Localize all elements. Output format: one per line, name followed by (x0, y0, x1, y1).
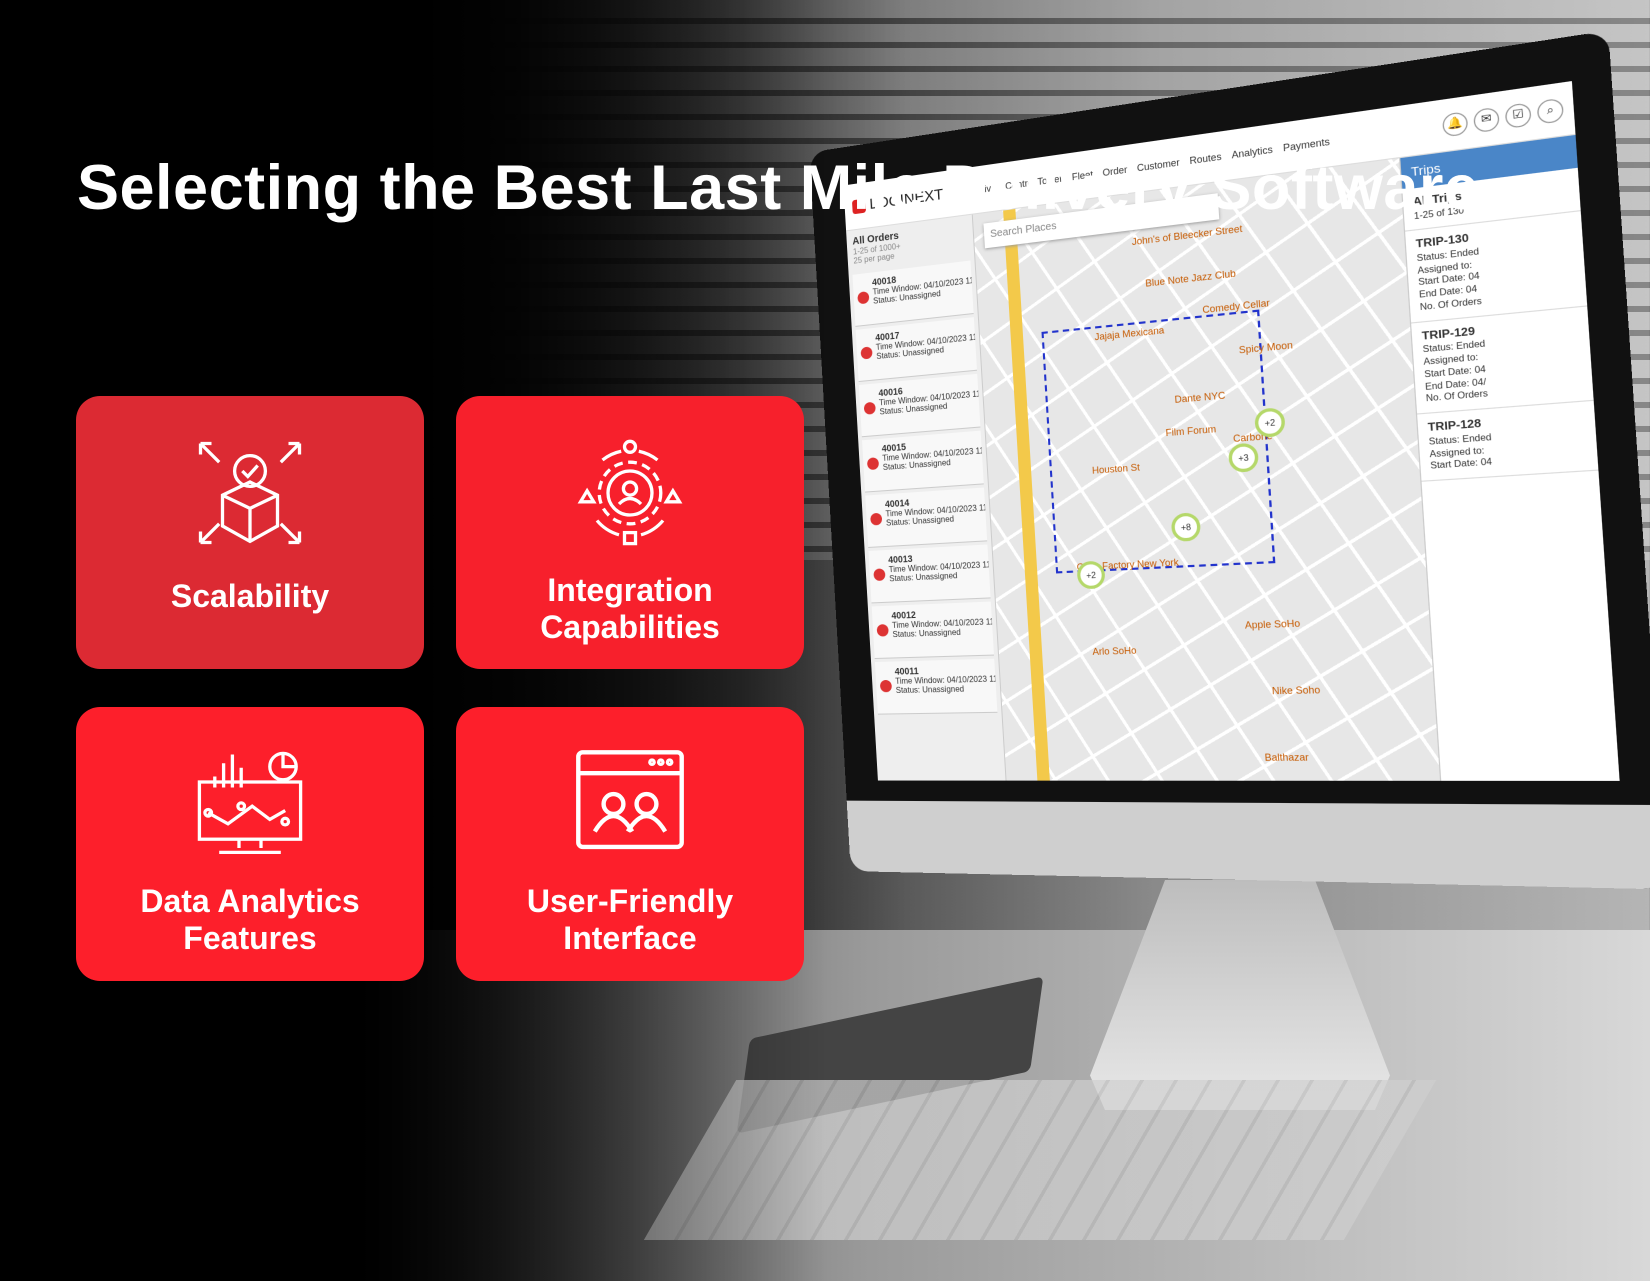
order-item[interactable]: 40013Time Window: 04/10/2023 11:00 AMSta… (868, 544, 991, 604)
map-label: Blue Note Jazz Club (1145, 267, 1237, 289)
chat-icon: ✉ (1473, 106, 1500, 133)
box-expand-check-icon (198, 441, 302, 545)
card-label: User-Friendly Interface (526, 883, 734, 956)
task-icon: ☑ (1504, 101, 1532, 129)
map-cluster[interactable]: +2 (1254, 407, 1286, 439)
map-cluster[interactable]: +2 (1076, 560, 1106, 590)
gear-user-integration-icon (577, 439, 683, 546)
map-label: Balthazar (1264, 751, 1310, 764)
order-id: 40011 (894, 665, 919, 677)
card-data-analytics: Data Analytics Features (76, 707, 424, 981)
order-status-dot (879, 679, 893, 693)
order-item[interactable]: 40012Time Window: 04/10/2023 11:00 AMSta… (871, 601, 995, 660)
order-item[interactable]: 40018Time Window: 04/10/2023 11:00 AMSta… (852, 260, 974, 327)
order-status: Status: Unassigned (889, 570, 958, 584)
order-status-dot (857, 291, 870, 305)
trip-item[interactable]: TRIP-130 Status: Ended Assigned to: Start D… (1405, 211, 1588, 324)
map-label: Nike Soho (1271, 684, 1321, 697)
map-label: Apple SoHo (1244, 617, 1301, 631)
analytics-monitor-icon (197, 751, 303, 855)
order-item[interactable]: 40011Time Window: 04/10/2023 11:00 AMSta… (874, 658, 998, 715)
order-status-dot (873, 568, 886, 582)
order-status-dot (870, 512, 883, 526)
browser-users-icon (576, 750, 684, 850)
map: Search Places John's of Bleecker Street B… (972, 158, 1441, 781)
card-scalability: Scalability (76, 396, 424, 669)
order-status-dot (866, 457, 880, 471)
trip-detail: Start Date: 04 (1430, 456, 1493, 472)
nav-item[interactable]: Payments (1283, 135, 1330, 153)
keyboard (643, 1080, 1437, 1240)
order-item[interactable]: 40015Time Window: 04/10/2023 11:00 AMSta… (862, 430, 984, 493)
card-user-friendly: User-Friendly Interface (456, 707, 804, 981)
header-icons: 🔔 ✉ ☑ ⌕ (1441, 97, 1565, 137)
order-item[interactable]: 40014Time Window: 04/10/2023 11:00 AMSta… (865, 487, 988, 548)
page-title: Selecting the Best Last Mile Delivery So… (77, 153, 1480, 223)
card-label: Data Analytics Features (140, 883, 360, 956)
card-integration: Integration Capabilities (456, 396, 804, 669)
search-icon: ⌕ (1536, 97, 1565, 125)
map-label: Arlo SoHo (1092, 645, 1137, 658)
order-status-dot (876, 624, 889, 637)
order-item[interactable]: 40016Time Window: 04/10/2023 11:00 AMSta… (858, 373, 981, 438)
card-label: Integration Capabilities (540, 571, 720, 645)
trip-item[interactable]: TRIP-128 Status: Ended Assigned to: Start D… (1417, 401, 1599, 482)
order-status: Status: Unassigned (895, 684, 965, 696)
card-label: Scalability (170, 578, 330, 614)
bell-icon: 🔔 (1441, 110, 1469, 137)
trip-item[interactable]: TRIP-129 Status: Ended Assigned to: Start D… (1411, 306, 1594, 415)
order-item[interactable]: 40017Time Window: 04/10/2023 11:00 AMSta… (855, 317, 978, 383)
order-status: Status: Unassigned (892, 627, 962, 640)
order-status-dot (860, 346, 873, 360)
order-status-dot (863, 401, 876, 415)
